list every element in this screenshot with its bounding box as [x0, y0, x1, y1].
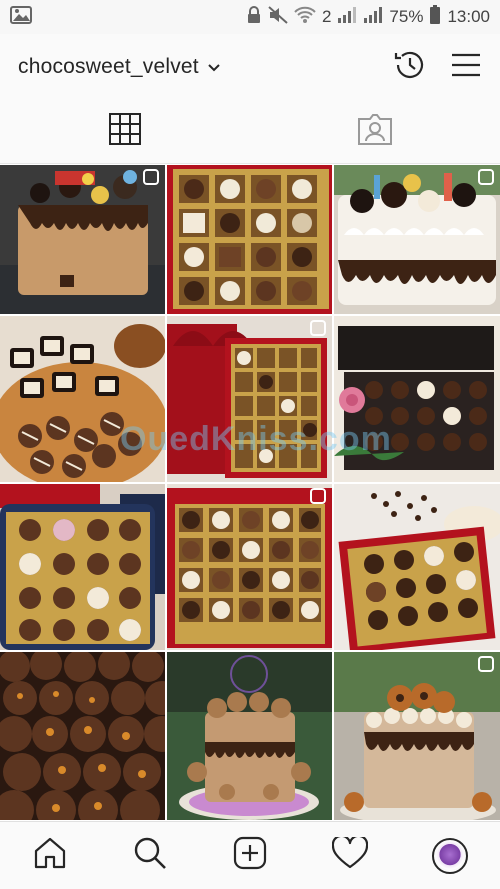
account-switcher[interactable]: chocosweet_velvet: [18, 55, 221, 79]
history-icon[interactable]: [392, 47, 428, 88]
nav-search[interactable]: [120, 826, 180, 886]
clock: 13:00: [447, 7, 490, 26]
grid-icon: [109, 113, 141, 150]
profile-header: chocosweet_velvet: [0, 34, 500, 100]
heart-icon: [331, 834, 369, 874]
username: chocosweet_velvet: [18, 55, 199, 78]
avatar: [432, 837, 468, 874]
nav-profile[interactable]: [420, 826, 480, 886]
lock-icon: [246, 5, 262, 29]
sim-label: 2: [321, 7, 332, 26]
multiple-posts-icon: [310, 320, 326, 336]
post-coffee-bean-box[interactable]: [334, 484, 500, 650]
tagged-icon: [358, 113, 392, 150]
post-gold-tray-assorted[interactable]: [167, 165, 332, 314]
post-red-gold-tray[interactable]: [167, 484, 332, 650]
post-chocolate-platter[interactable]: [0, 316, 165, 482]
post-macaron-drip-cake[interactable]: [334, 652, 500, 820]
tab-grid[interactable]: [0, 100, 250, 163]
nav-new-post[interactable]: [220, 826, 280, 886]
multiple-posts-icon: [143, 169, 159, 185]
nav-home[interactable]: [20, 826, 80, 886]
profile-picture: [436, 841, 464, 870]
multiple-posts-icon: [478, 656, 494, 672]
search-icon: [133, 836, 167, 875]
posts-grid: [0, 165, 500, 820]
bottom-navigation: [0, 821, 500, 889]
post-macaron-cake-dark[interactable]: [167, 652, 332, 820]
signal-icon: [337, 6, 357, 29]
image-icon: [10, 5, 32, 29]
multiple-posts-icon: [478, 169, 494, 185]
mute-icon: [268, 5, 288, 29]
post-truffle-rows[interactable]: [0, 652, 165, 820]
status-bar: 2 75% 13:00: [0, 0, 500, 34]
battery-percent: 75%: [389, 7, 424, 26]
profile-tabs: [0, 100, 500, 164]
tab-tagged[interactable]: [250, 100, 500, 163]
battery-icon: [429, 4, 441, 30]
post-drip-cake-oreo[interactable]: [0, 165, 165, 314]
nav-activity[interactable]: [320, 826, 380, 886]
home-icon: [33, 836, 67, 875]
post-white-cream-drip-cake[interactable]: [334, 165, 500, 314]
wifi-icon: [294, 6, 316, 29]
new-post-icon: [233, 836, 267, 875]
multiple-posts-icon: [310, 488, 326, 504]
post-black-gift-box-rose[interactable]: [334, 316, 500, 482]
post-blue-box-truffles[interactable]: [0, 484, 165, 650]
signal-icon-2: [363, 6, 383, 29]
post-red-gift-box-ribbon[interactable]: [167, 316, 332, 482]
hamburger-menu-icon[interactable]: [450, 51, 482, 84]
chevron-down-icon: [207, 55, 221, 79]
